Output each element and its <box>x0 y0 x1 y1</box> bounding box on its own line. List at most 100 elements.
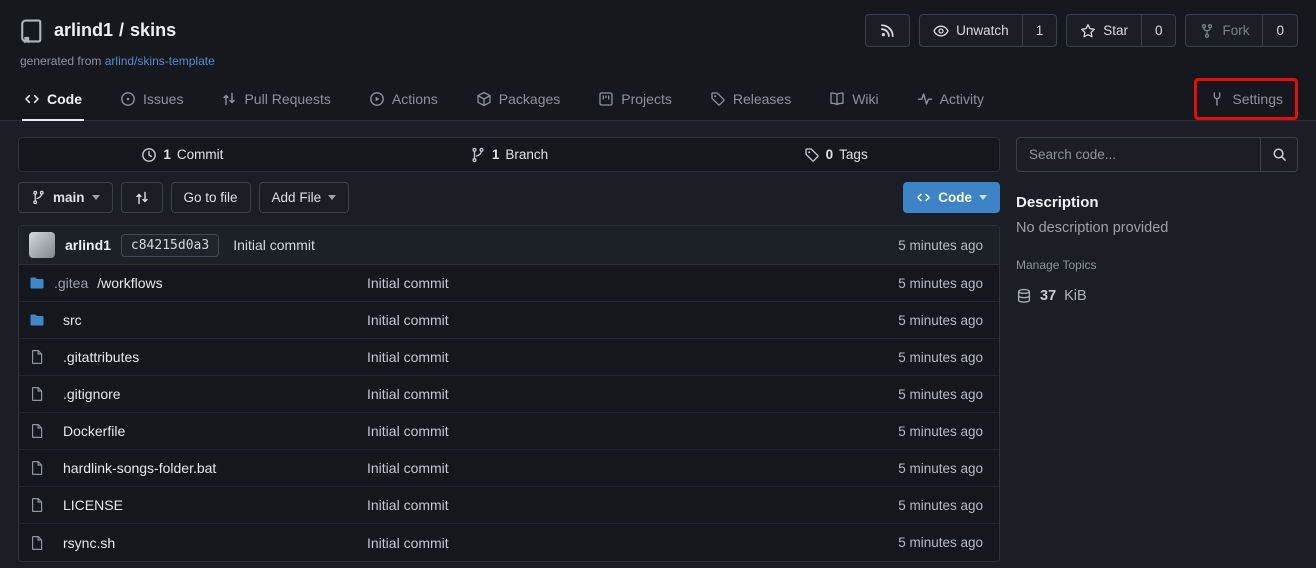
branch-icon <box>31 190 46 205</box>
tab-code[interactable]: Code <box>18 78 88 120</box>
tags-link[interactable]: 0 Tags <box>672 138 999 171</box>
file-name-link[interactable]: hardlink-songs-folder.bat <box>29 460 367 476</box>
file-commit-message-link[interactable]: Initial commit <box>367 312 898 328</box>
file-name-text: .gitattributes <box>63 349 139 365</box>
file-commit-message-link[interactable]: Initial commit <box>367 497 898 513</box>
repo-content: 1 Commit 1 Branch 0 Tags main <box>0 121 1316 562</box>
repo-sidebar: Description No description provided Mana… <box>1016 137 1298 562</box>
avatar[interactable] <box>29 232 55 258</box>
branch-toolbar: main Go to file Add File Code <box>18 182 1000 213</box>
file-name-parent: .gitea <box>54 275 88 291</box>
tab-releases[interactable]: Releases <box>704 78 797 120</box>
file-commit-message-link[interactable]: Initial commit <box>367 460 898 476</box>
commits-link[interactable]: 1 Commit <box>19 138 346 171</box>
file-commit-time: 5 minutes ago <box>898 461 989 476</box>
search-button[interactable] <box>1260 138 1297 171</box>
rss-button[interactable] <box>865 14 910 47</box>
pull-request-icon <box>221 91 237 107</box>
description-title: Description <box>1016 194 1298 211</box>
file-name-link[interactable]: Dockerfile <box>29 423 367 439</box>
file-name-text: hardlink-songs-folder.bat <box>63 460 216 476</box>
manage-topics-link[interactable]: Manage Topics <box>1016 258 1097 272</box>
description-text: No description provided <box>1016 220 1298 236</box>
rss-icon <box>880 23 895 38</box>
search-icon <box>1272 147 1287 162</box>
tab-activity[interactable]: Activity <box>911 78 990 120</box>
file-commit-time: 5 minutes ago <box>898 424 989 439</box>
tab-packages[interactable]: Packages <box>470 78 566 120</box>
commits-label: Commit <box>177 147 224 162</box>
file-name-text: LICENSE <box>63 497 123 513</box>
repo-owner-link[interactable]: arlind1 <box>54 20 113 41</box>
file-name-link[interactable]: .gitattributes <box>29 349 367 365</box>
file-commit-message-link[interactable]: Initial commit <box>367 275 898 291</box>
search-input[interactable] <box>1017 138 1260 171</box>
file-icon <box>29 349 45 365</box>
unwatch-label: Unwatch <box>956 23 1009 38</box>
star-button[interactable]: Star <box>1067 15 1141 46</box>
repo-header: arlind1/skins Unwatch 1 <box>0 0 1316 121</box>
file-commit-message-link[interactable]: Initial commit <box>367 423 898 439</box>
compare-button[interactable] <box>121 182 163 213</box>
file-commit-time: 5 minutes ago <box>898 350 989 365</box>
repo-icon <box>18 18 44 44</box>
repo-title-row: arlind1/skins Unwatch 1 <box>18 14 1298 47</box>
tab-issues[interactable]: Issues <box>114 78 189 120</box>
file-icon <box>29 423 45 439</box>
fork-label: Fork <box>1222 23 1249 38</box>
code-icon <box>916 190 931 205</box>
file-commit-message-link[interactable]: Initial commit <box>367 535 898 551</box>
commit-author-link[interactable]: arlind1 <box>65 237 111 253</box>
branch-icon <box>470 147 486 163</box>
commit-message-link[interactable]: Initial commit <box>233 237 315 253</box>
go-to-file-button[interactable]: Go to file <box>171 182 251 213</box>
settings-highlight-annotation: Settings <box>1194 78 1298 120</box>
add-file-button[interactable]: Add File <box>259 182 350 213</box>
tab-actions[interactable]: Actions <box>363 78 444 120</box>
file-name-link[interactable]: .gitignore <box>29 386 367 402</box>
file-name-text: src <box>63 312 82 328</box>
file-commit-message-link[interactable]: Initial commit <box>367 349 898 365</box>
branches-link[interactable]: 1 Branch <box>346 138 673 171</box>
branch-selector[interactable]: main <box>18 182 113 213</box>
fork-button[interactable]: Fork <box>1186 15 1262 46</box>
fork-button-group: Fork 0 <box>1185 14 1298 47</box>
file-name-link[interactable]: src <box>29 312 367 328</box>
star-count[interactable]: 0 <box>1141 15 1176 46</box>
code-download-button[interactable]: Code <box>903 182 1000 213</box>
folder-icon <box>29 312 45 328</box>
file-icon <box>29 535 45 551</box>
template-repo-link[interactable]: arlind/skins-template <box>105 54 215 68</box>
branches-count: 1 <box>492 147 500 162</box>
file-name-text: .gitignore <box>63 386 121 402</box>
tags-label: Tags <box>839 147 868 162</box>
star-label: Star <box>1103 23 1128 38</box>
tab-wiki[interactable]: Wiki <box>823 78 884 120</box>
unwatch-button[interactable]: Unwatch <box>920 15 1022 46</box>
code-search-box <box>1016 137 1298 172</box>
repo-name-link[interactable]: skins <box>130 20 176 41</box>
commit-hash-badge[interactable]: c84215d0a3 <box>121 234 219 257</box>
file-name-link[interactable]: rsync.sh <box>29 535 367 551</box>
code-icon <box>24 91 40 107</box>
file-name-link[interactable]: LICENSE <box>29 497 367 513</box>
tab-settings[interactable]: Settings <box>1207 81 1285 117</box>
file-commit-time: 5 minutes ago <box>898 276 989 291</box>
file-icon <box>29 386 45 402</box>
tab-pull-requests[interactable]: Pull Requests <box>215 78 336 120</box>
project-board-icon <box>598 91 614 107</box>
table-row: LICENSE Initial commit 5 minutes ago <box>19 487 999 524</box>
tag-icon <box>710 91 726 107</box>
commit-time: 5 minutes ago <box>898 238 989 253</box>
file-name-text: /workflows <box>97 275 162 291</box>
file-list: .gitea/workflows Initial commit 5 minute… <box>19 265 999 561</box>
file-name-link[interactable]: .gitea/workflows <box>29 275 367 291</box>
fork-count[interactable]: 0 <box>1262 15 1297 46</box>
watch-count[interactable]: 1 <box>1022 15 1057 46</box>
table-row: src Initial commit 5 minutes ago <box>19 302 999 339</box>
generated-from: generated from arlind/skins-template <box>20 54 1298 68</box>
table-row: rsync.sh Initial commit 5 minutes ago <box>19 524 999 561</box>
file-name-text: Dockerfile <box>63 423 125 439</box>
file-commit-message-link[interactable]: Initial commit <box>367 386 898 402</box>
tab-projects[interactable]: Projects <box>592 78 678 120</box>
